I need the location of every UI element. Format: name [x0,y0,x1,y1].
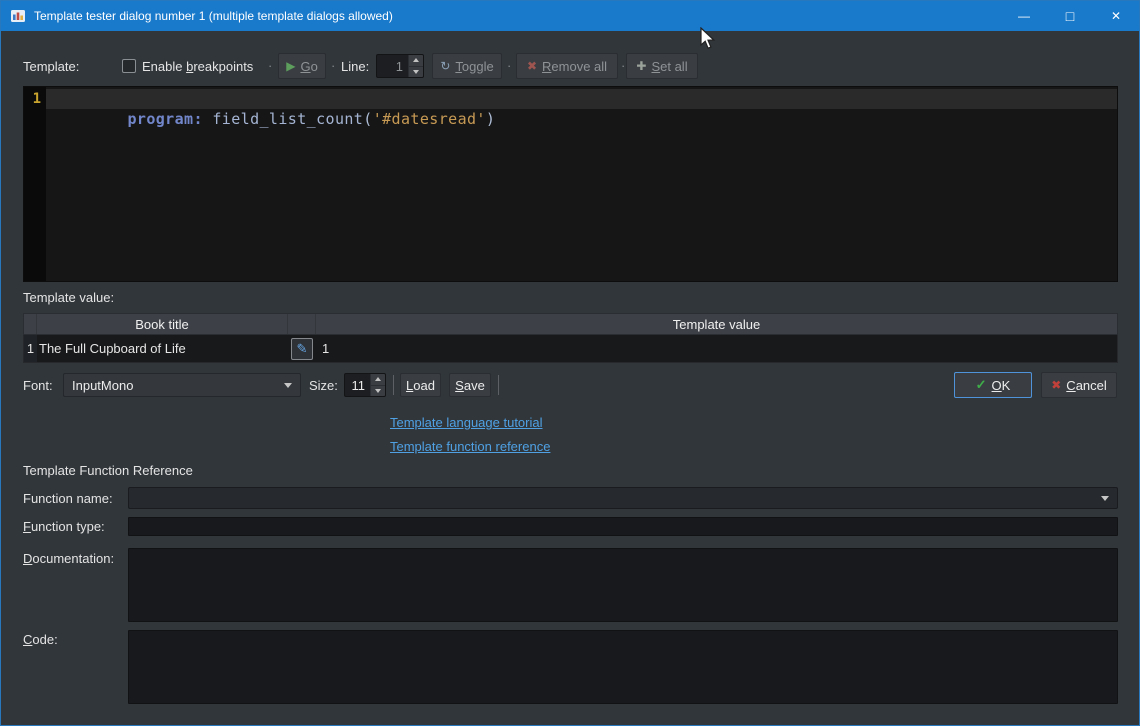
spin-down-button[interactable] [371,384,385,396]
mouse-cursor [700,26,717,54]
documentation-field[interactable] [128,548,1118,622]
enable-breakpoints-checkbox[interactable] [122,59,136,73]
toggle-button[interactable]: ↻ Toggle [432,53,502,79]
function-reference-title: Template Function Reference [23,463,193,478]
template-label: Template: [23,59,80,74]
code-line-text: program: field_list_count('#datesread') [127,110,496,128]
function-name-dropdown-arrow-icon [1101,495,1109,501]
toolbar-separator: · [507,58,512,73]
function-type-field[interactable] [128,517,1118,536]
line-spinbox-value: 1 [395,58,403,74]
save-button[interactable]: Save [449,373,491,397]
save-label: Save [455,377,485,393]
close-icon: ✕ [1110,9,1122,23]
go-button[interactable]: ▶ Go [278,53,326,79]
window-controls: — □ ✕ [1001,1,1139,31]
template-editor[interactable]: 1 program: field_list_count('#datesread'… [23,86,1118,282]
maximize-button[interactable]: □ [1047,1,1093,31]
template-value-cell: 1 [322,341,330,356]
line-spin-buttons [408,55,423,77]
font-combobox[interactable]: InputMono [63,373,301,397]
code-field[interactable] [128,630,1118,704]
editor-gutter: 1 [24,87,46,281]
book-title-cell: The Full Cupboard of Life [39,341,186,356]
table-row[interactable]: 1 The Full Cupboard of Life ✎ 1 [23,335,1118,363]
cancel-x-icon: ✖ [1051,378,1062,392]
spin-up-button[interactable] [409,55,423,66]
separator [393,375,394,395]
size-spinbox[interactable]: 11 [344,373,386,397]
toolbar-separator: · [621,58,626,73]
editor-code-area: program: field_list_count('#datesread') [46,87,1117,281]
template-value-table: Book title Template value 1 The Full Cup… [23,313,1118,363]
code-line: program: field_list_count('#datesread') [46,89,1117,128]
spin-down-icon [413,69,419,74]
spin-down-button[interactable] [409,65,423,77]
ok-check-icon: ✓ [975,377,987,392]
spin-up-icon [413,58,419,63]
separator [498,375,499,395]
spin-down-icon [375,388,381,393]
set-all-icon: ✚ [636,59,647,73]
corner-header-cell [24,314,37,334]
ok-button[interactable]: ✓ OK [954,372,1032,398]
ok-label: OK [991,377,1011,393]
close-button[interactable]: ✕ [1093,1,1139,31]
maximize-icon: □ [1065,8,1075,24]
titlebar[interactable]: Template tester dialog number 1 (multipl… [1,1,1139,31]
cancel-button[interactable]: ✖ Cancel [1041,372,1117,398]
row-number: 1 [24,335,37,362]
col-header-template-value[interactable]: Template value [316,314,1117,334]
function-name-label: Function name: [23,491,113,506]
table-header-row: Book title Template value [23,313,1118,335]
template-function-reference-link[interactable]: Template function reference [390,439,550,454]
set-all-label: Set all [651,58,688,74]
size-spinbox-value: 11 [351,377,366,393]
function-name-combobox[interactable] [128,487,1118,509]
enable-breakpoints-label[interactable]: Enable breakpoints [142,59,253,74]
size-spin-buttons [370,374,385,396]
toolbar-separator: · [268,58,273,73]
app-icon [10,8,26,24]
edit-cell: ✎ [288,335,316,362]
template-tester-dialog: Template tester dialog number 1 (multipl… [0,0,1140,726]
toolbar-separator: · [331,58,336,73]
remove-all-label: Remove all [542,58,608,74]
go-label: Go [300,58,318,74]
line-spinbox[interactable]: 1 [376,54,424,78]
spin-up-button[interactable] [371,374,385,385]
cancel-label: Cancel [1066,377,1107,393]
remove-all-button[interactable]: ✖ Remove all [516,53,618,79]
load-button[interactable]: Load [400,373,441,397]
minimize-icon: — [1018,9,1030,23]
template-language-tutorial-link[interactable]: Template language tutorial [390,415,543,430]
line-number: 1 [32,91,41,107]
font-dropdown-arrow-icon [284,382,292,388]
size-label: Size: [309,378,338,393]
col-header-edit [288,314,316,334]
toggle-label: Toggle [455,58,494,74]
template-value-label: Template value: [23,290,115,305]
go-icon: ▶ [286,59,296,73]
minimize-button[interactable]: — [1001,1,1047,31]
edit-pencil-icon: ✎ [296,341,308,356]
remove-all-icon: ✖ [526,59,538,73]
font-combobox-value: InputMono [72,377,134,393]
line-label: Line: [341,59,370,74]
col-header-book-title[interactable]: Book title [37,314,288,334]
code-label: Code: [23,632,58,647]
set-all-button[interactable]: ✚ Set all [626,53,698,79]
edit-template-button[interactable]: ✎ [291,337,313,360]
documentation-label: Documentation: [23,551,115,566]
font-label: Font: [23,378,53,393]
spin-up-icon [375,377,381,382]
function-type-label: Function type: [23,519,105,534]
toggle-icon: ↻ [440,59,451,73]
load-label: Load [406,377,435,393]
window-title: Template tester dialog number 1 (multipl… [34,9,393,23]
